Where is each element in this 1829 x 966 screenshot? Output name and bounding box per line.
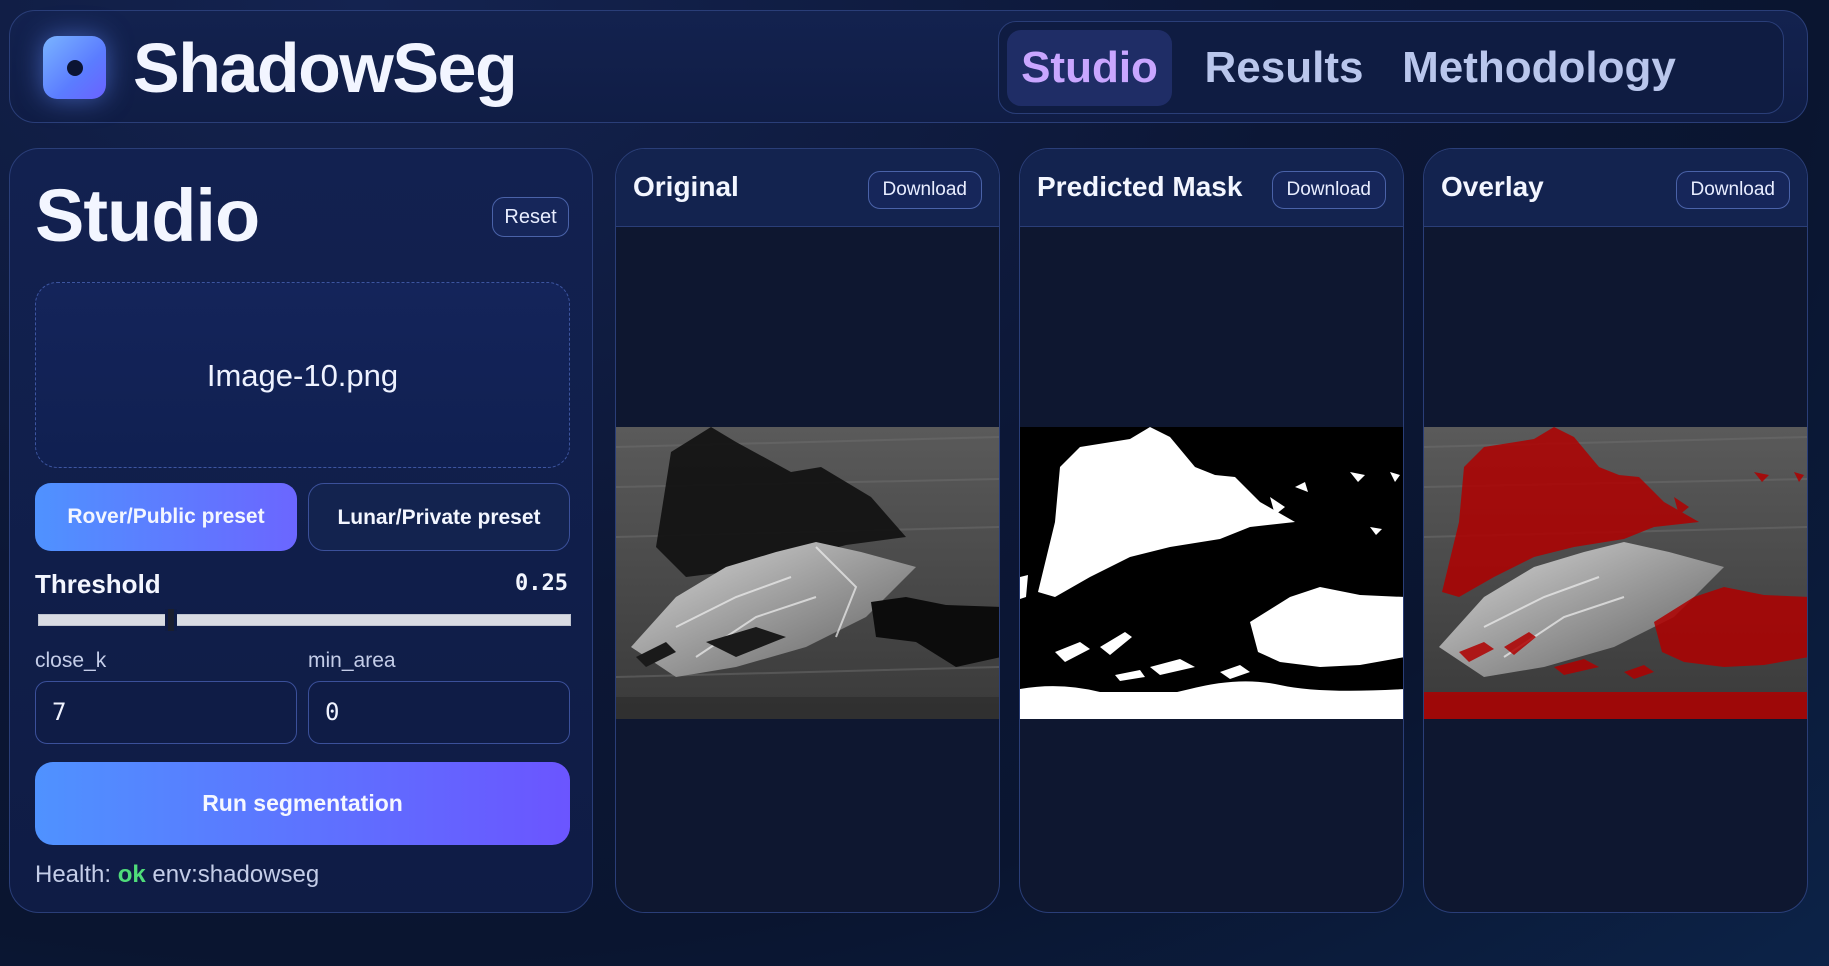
file-name: Image-10.png (206, 358, 399, 393)
download-original-button[interactable]: Download (867, 171, 982, 209)
min-area-label: min_area (308, 649, 396, 672)
close-k-label: close_k (35, 649, 107, 672)
original-image (616, 427, 999, 719)
threshold-label: Threshold (35, 569, 161, 599)
health-status: Health: ok env:shadowseg (35, 861, 319, 889)
studio-panel: Studio Reset Image-10.png Rover/Public p… (9, 148, 593, 913)
original-card: Original Download (615, 148, 1000, 913)
card-title: Original (633, 171, 739, 202)
page-title: Studio (35, 174, 260, 257)
card-header: Original Download (616, 149, 999, 227)
close-k-input[interactable]: 7 (35, 681, 297, 744)
threshold-slider[interactable] (38, 614, 571, 626)
rover-public-preset-button[interactable]: Rover/Public preset (35, 483, 297, 551)
health-ok-badge: ok (117, 861, 146, 888)
download-overlay-button[interactable]: Download (1675, 171, 1790, 209)
download-mask-button[interactable]: Download (1271, 171, 1386, 209)
health-prefix: Health: (35, 861, 112, 888)
threshold-value: 0.25 (515, 571, 568, 596)
brand-name: ShadowSeg (133, 29, 518, 107)
health-env: env:shadowseg (152, 861, 320, 888)
tab-methodology[interactable]: Methodology (1399, 30, 1679, 106)
card-title: Predicted Mask (1037, 171, 1243, 202)
threshold-slider-thumb[interactable] (165, 609, 178, 631)
predicted-mask-card: Predicted Mask Download (1019, 148, 1404, 913)
file-dropzone[interactable]: Image-10.png (35, 282, 570, 468)
brand-logo-icon (43, 36, 106, 99)
lunar-private-preset-button[interactable]: Lunar/Private preset (308, 483, 570, 551)
card-title: Overlay (1441, 171, 1544, 202)
main-nav: Studio Results Methodology (998, 21, 1784, 114)
reset-button[interactable]: Reset (492, 197, 569, 237)
predicted-mask-image (1020, 427, 1403, 719)
run-segmentation-button[interactable]: Run segmentation (35, 762, 570, 845)
top-bar: ShadowSeg Studio Results Methodology (9, 10, 1808, 123)
tab-studio[interactable]: Studio (1007, 30, 1172, 106)
min-area-input[interactable]: 0 (308, 681, 570, 744)
overlay-image (1424, 427, 1807, 719)
card-header: Predicted Mask Download (1020, 149, 1403, 227)
overlay-card: Overlay Download (1423, 148, 1808, 913)
card-header: Overlay Download (1424, 149, 1807, 227)
tab-results[interactable]: Results (1194, 30, 1374, 106)
